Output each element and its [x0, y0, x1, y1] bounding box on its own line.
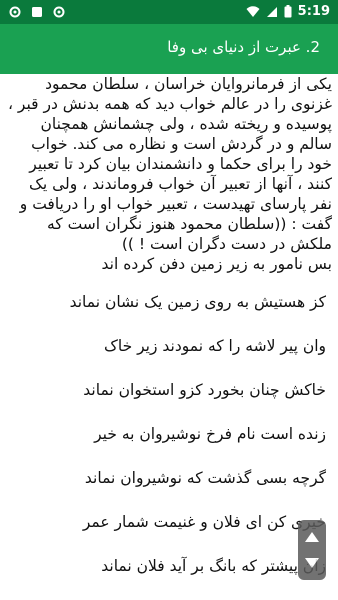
verse-line: گرچه بسی گذشت که نوشیروان نماند — [84, 469, 326, 487]
poem-intro-line: بس نامور به زیر زمین دفن کرده اند — [101, 255, 332, 273]
notification-icons — [8, 5, 66, 19]
page-title: 2. عبرت از دنیای بی وفا — [167, 38, 320, 56]
signal-icon — [266, 6, 277, 17]
poem-verses: کز هستیش به روی زمین یک نشان نماند وان پ… — [0, 274, 338, 600]
clock: 5:19 — [297, 4, 330, 19]
story-paragraph: یکی از فرمانروایان خراسان ، سلطان محمود … — [7, 75, 332, 253]
app-bar: 2. عبرت از دنیای بی وفا — [0, 24, 338, 74]
square-icon — [32, 7, 42, 17]
gear-icon — [9, 6, 21, 18]
verse-line: وان پیر لاشه را که نمودند زیر خاک — [104, 337, 326, 355]
verse-line: کز هستیش به روی زمین یک نشان نماند — [69, 293, 326, 311]
scroll-handle-icon[interactable] — [296, 520, 328, 580]
verse-line: زان پیشتر که بانگ بر آید فلان نماند — [101, 557, 326, 575]
wifi-icon — [246, 5, 260, 17]
verse-line: خاکش چنان بخورد کزو استخوان نماند — [83, 381, 326, 399]
article-content[interactable]: یکی از فرمانروایان خراسان ، سلطان محمود … — [0, 74, 338, 600]
status-bar: 5:19 — [0, 0, 338, 24]
system-icons: 5:19 — [246, 4, 330, 19]
verse-line: زنده است نام فرخ نوشیروان به خیر — [94, 425, 326, 443]
verse-line: خیری کن ای فلان و غنیمت شمار عمر — [82, 513, 326, 531]
battery-icon — [284, 5, 292, 18]
gear-icon — [53, 6, 65, 18]
